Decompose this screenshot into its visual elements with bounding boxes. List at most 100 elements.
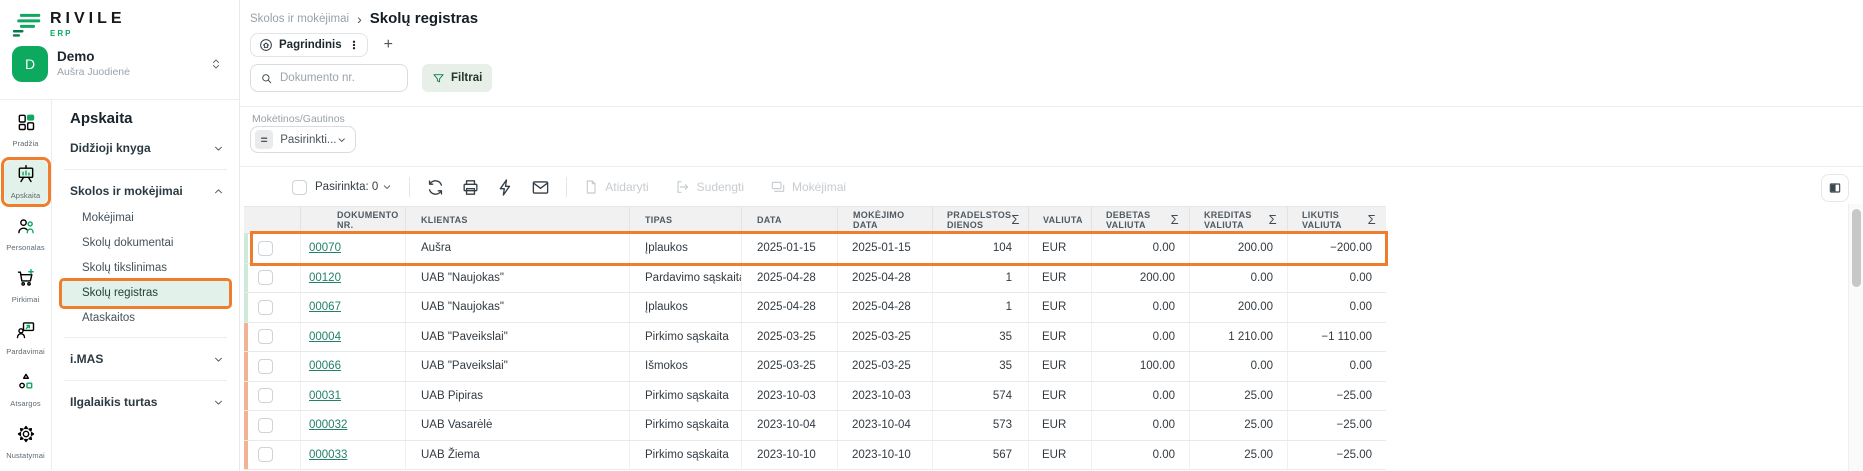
tab-pagrindinis[interactable]: Pagrindinis (250, 33, 368, 57)
table-row[interactable]: 000032UAB VasarėlėPirkimo sąskaita2023-1… (244, 411, 1386, 441)
cell-currency: EUR (1028, 441, 1091, 470)
rail-item-label: Atsargos (4, 399, 48, 408)
row-checkbox[interactable] (258, 359, 273, 374)
column-header-days[interactable]: PRADELSTOS DIENOSΣ (932, 207, 1028, 233)
table-row[interactable]: 00070AušraĮplaukos2025-01-152025-01-1510… (244, 234, 1386, 264)
chevron-up-icon (212, 185, 225, 198)
cell-overdue_days: 574 (932, 382, 1028, 411)
sidebar-item-skolu-tikslinimas[interactable]: Skolų tikslinimas (60, 256, 231, 281)
sidebar-item-mokejimai[interactable]: Mokėjimai (60, 206, 231, 231)
select-all-checkbox[interactable] (292, 180, 307, 195)
cell-currency: EUR (1028, 323, 1091, 352)
cell-credit: 0.00 (1189, 352, 1287, 381)
mail-button[interactable] (531, 178, 550, 197)
menu-group-imas[interactable]: i.MAS (52, 344, 239, 374)
header-select-cell (244, 207, 300, 233)
print-icon (461, 178, 480, 197)
refresh-button[interactable] (426, 178, 445, 197)
cell-select (244, 293, 300, 322)
rail-item-apskaita[interactable]: Apskaita (4, 160, 48, 204)
rail-item-pirkimai[interactable]: Pirkimai (4, 264, 48, 308)
cell-debit: 0.00 (1091, 441, 1189, 470)
row-checkbox[interactable] (258, 300, 273, 315)
sidebar-item-skolu-registras[interactable]: Skolų registras (60, 281, 231, 306)
document-link[interactable]: 000032 (309, 419, 347, 431)
menu-group-ilgalaikis-turtas[interactable]: Ilgalaikis turtas (52, 387, 239, 417)
rail-item-atsargos[interactable]: Atsargos (4, 368, 48, 412)
document-link[interactable]: 00066 (309, 360, 341, 372)
document-link[interactable]: 00070 (309, 242, 341, 254)
column-header-doc[interactable]: DOKUMENTO NR. (300, 207, 405, 233)
rail-item-pradzia[interactable]: Pradžia (4, 108, 48, 152)
table-row[interactable]: 00031UAB PipirasPirkimo sąskaita2023-10-… (244, 382, 1386, 412)
column-header-num[interactable]: DEBETAS VALIUTAΣ (1091, 207, 1189, 233)
app-logo[interactable]: RIVILE ERP (12, 10, 227, 38)
table-row[interactable]: 00120UAB "Naujokas"Pardavimo sąskaita202… (244, 264, 1386, 294)
column-settings-button[interactable] (1821, 174, 1849, 202)
cell-debit: 0.00 (1091, 382, 1189, 411)
cell-credit: 0.00 (1189, 264, 1287, 293)
rail-item-nustatymai[interactable]: Nustatymai (4, 420, 48, 464)
divider (64, 169, 227, 170)
breadcrumb-parent[interactable]: Skolos ir mokėjimai (250, 13, 349, 25)
filters-button[interactable]: Filtrai (422, 64, 492, 92)
menu-group-skolos-ir-mokejimai[interactable]: Skolos ir mokėjimai (52, 176, 239, 206)
column-header-date[interactable]: DATA (741, 207, 837, 233)
chevron-down-icon[interactable] (381, 181, 393, 193)
row-checkbox[interactable] (258, 388, 273, 403)
cell-credit: 25.00 (1189, 411, 1287, 440)
cell-currency: EUR (1028, 411, 1091, 440)
row-checkbox[interactable] (258, 447, 273, 462)
row-checkbox[interactable] (258, 418, 273, 433)
sum-icon[interactable]: Σ (1011, 213, 1028, 228)
sudengti-button[interactable]: Sudengti (675, 179, 744, 195)
table-row[interactable]: 000033UAB ŽiemaPirkimo sąskaita2023-10-1… (244, 441, 1386, 471)
cell-overdue_days: 35 (932, 352, 1028, 381)
sum-icon[interactable]: Σ (1269, 213, 1287, 228)
print-button[interactable] (461, 178, 480, 197)
sum-icon[interactable]: Σ (1171, 213, 1189, 228)
column-header-num[interactable]: LIKUTIS VALIUTAΣ (1287, 207, 1386, 233)
sidebar-item-ataskaitos[interactable]: Ataskaitos (60, 306, 231, 331)
rail-item-personalas[interactable]: Personalas (4, 212, 48, 256)
sidebar-item-skolu-dokumentai[interactable]: Skolų dokumentai (60, 231, 231, 256)
row-checkbox[interactable] (258, 329, 273, 344)
row-checkbox[interactable] (258, 270, 273, 285)
table-row[interactable]: 00004UAB "Paveikslai"Pirkimo sąskaita202… (244, 323, 1386, 353)
mokejimai-button[interactable]: Mokėjimai (770, 179, 846, 195)
cell-currency: EUR (1028, 352, 1091, 381)
search-input[interactable] (251, 65, 407, 91)
divider (240, 106, 1863, 107)
column-label: PRADELSTOS DIENOS (933, 210, 1011, 231)
cell-currency: EUR (1028, 293, 1091, 322)
atidaryti-button[interactable]: Atidaryti (583, 179, 648, 195)
rail-item-pardavimai[interactable]: Pardavimai (4, 316, 48, 360)
add-tab-button[interactable]: + (380, 36, 397, 54)
toolbar: Pasirinkta: 0 AtidarytiSudengtiMokėjimai (240, 170, 1863, 204)
scrollbar-thumb[interactable] (1852, 209, 1861, 287)
sum-icon[interactable]: Σ (1368, 213, 1386, 228)
kebab-icon[interactable] (348, 39, 360, 51)
icon-rail: Pradžia Apskaita Personalas Pirkimai Pardavi… (0, 100, 52, 470)
document-link[interactable]: 00031 (309, 390, 341, 402)
document-link[interactable]: 000033 (309, 449, 347, 461)
cell-credit: 200.00 (1189, 293, 1287, 322)
account-switcher[interactable]: D Demo Aušra Juodienė (12, 46, 227, 82)
document-link[interactable]: 00004 (309, 331, 341, 343)
moketinos-gautinos-dropdown[interactable]: = Pasirinkti... (250, 126, 356, 153)
column-header-cur[interactable]: VALIUTA (1028, 207, 1091, 233)
table-row[interactable]: 00066UAB "Paveikslai"Išmokos2025-03-2520… (244, 352, 1386, 382)
document-link[interactable]: 00120 (309, 272, 341, 284)
column-header-num[interactable]: KREDITAS VALIUTAΣ (1189, 207, 1287, 233)
rail-item-label: Pradžia (4, 139, 48, 148)
row-checkbox[interactable] (258, 241, 273, 256)
vertical-scrollbar[interactable] (1848, 204, 1863, 471)
menu-group-didzioji-knyga[interactable]: Didžioji knyga (52, 133, 239, 163)
document-link[interactable]: 00067 (309, 301, 341, 313)
column-header-client[interactable]: KLIENTAS (405, 207, 629, 233)
table-row[interactable]: 00067UAB "Naujokas"Įplaukos2025-04-28202… (244, 293, 1386, 323)
column-header-type[interactable]: TIPAS (629, 207, 741, 233)
user-name: Aušra Juodienė (57, 66, 130, 79)
flash-button[interactable] (496, 178, 515, 197)
column-header-due[interactable]: MOKĖJIMO DATA (837, 207, 932, 233)
